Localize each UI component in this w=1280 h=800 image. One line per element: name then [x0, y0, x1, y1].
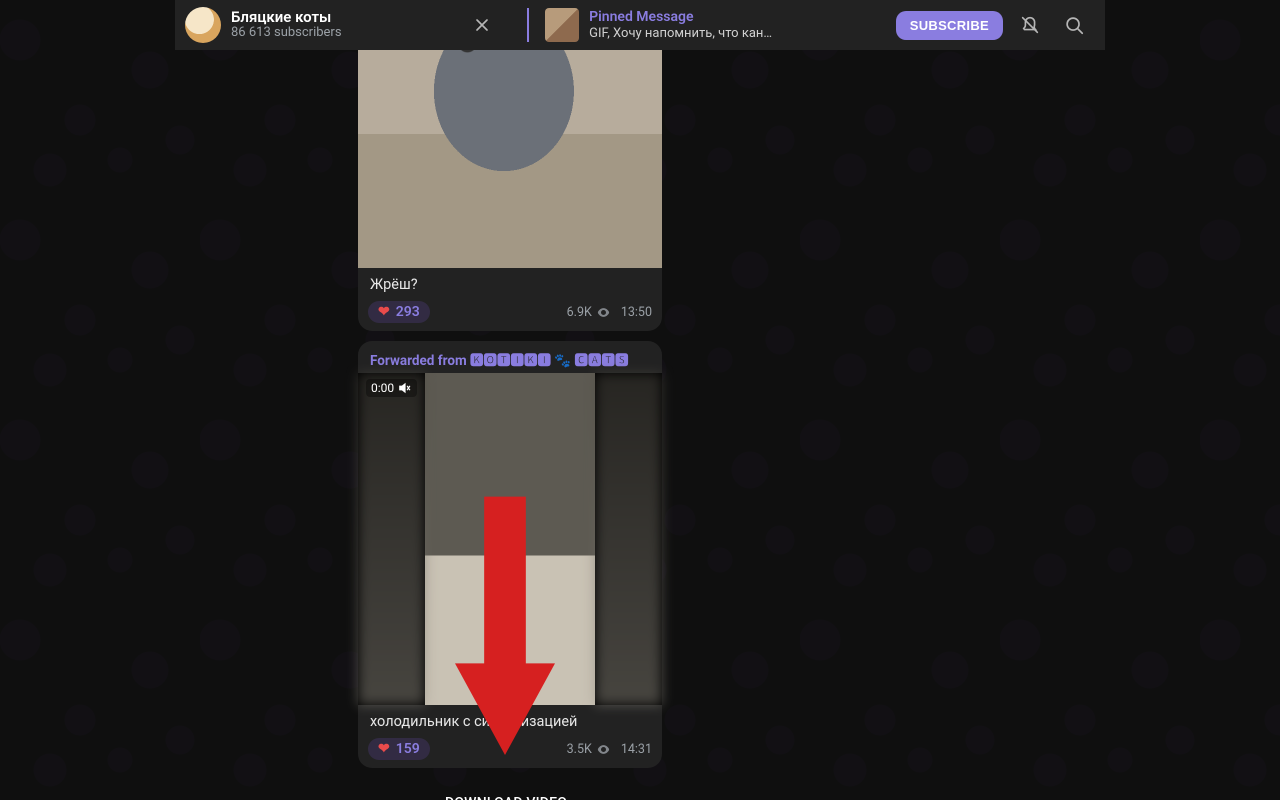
pinned-preview: GIF, Хочу напомнить, что кан…: [589, 26, 772, 42]
pinned-label: Pinned Message: [589, 9, 772, 26]
channel-name: Бляцкие коты: [231, 9, 342, 26]
annotation-label: DOWNLOAD VIDEO: [445, 795, 567, 800]
message-photo-image[interactable]: [358, 50, 662, 268]
eye-icon: [596, 305, 611, 320]
messages-area[interactable]: Жрёш? ❤ 293 6.9K 13:50 Forwarded from: [175, 50, 1105, 800]
message-meta: ❤ 159 3.5K 14:31: [358, 734, 662, 768]
channel-subscribers: 86 613 subscribers: [231, 26, 342, 41]
eye-icon: [596, 742, 611, 757]
forwarded-header[interactable]: Forwarded from 🅺🅾🆃🅸🅺🅸 🐾 🅲🅰🆃🆂: [358, 341, 662, 373]
view-count: 6.9K: [567, 305, 611, 320]
message-time: 14:31: [621, 742, 652, 757]
search-button[interactable]: [1057, 8, 1091, 42]
volume-muted-icon: [398, 381, 412, 395]
message-caption: холодильник с сигнализацией: [358, 705, 662, 734]
video-frame: [425, 373, 595, 705]
chat-column: Бляцкие коты 86 613 subscribers Pinned M…: [175, 0, 1105, 800]
video-timestamp: 0:00: [366, 379, 417, 397]
close-button[interactable]: [465, 8, 499, 42]
message-time: 13:50: [621, 305, 652, 320]
pinned-indicator-bar: [527, 8, 529, 42]
pinned-thumbnail[interactable]: [545, 8, 579, 42]
mute-button[interactable]: [1013, 8, 1047, 42]
reaction-button[interactable]: ❤ 159: [368, 738, 430, 760]
view-count: 3.5K: [567, 742, 611, 757]
reaction-count: 293: [396, 304, 420, 320]
message-caption: Жрёш?: [358, 268, 662, 297]
reaction-count: 159: [396, 741, 420, 757]
message-photo[interactable]: Жрёш? ❤ 293 6.9K 13:50: [358, 50, 662, 331]
close-icon: [472, 15, 492, 35]
channel-avatar[interactable]: [185, 7, 221, 43]
bell-off-icon: [1019, 14, 1041, 36]
pinned-text[interactable]: Pinned Message GIF, Хочу напомнить, что …: [589, 9, 772, 41]
heart-icon: ❤: [378, 304, 390, 320]
search-icon: [1063, 14, 1085, 36]
heart-icon: ❤: [378, 741, 390, 757]
forwarded-source: 🅺🅾🆃🅸🅺🅸 🐾 🅲🅰🆃🆂: [470, 353, 629, 369]
subscribe-button[interactable]: SUBSCRIBE: [896, 11, 1003, 40]
message-video[interactable]: Forwarded from 🅺🅾🆃🅸🅺🅸 🐾 🅲🅰🆃🆂 0:00 холоди…: [358, 341, 662, 768]
video-player[interactable]: 0:00: [358, 373, 662, 705]
message-meta: ❤ 293 6.9K 13:50: [358, 297, 662, 331]
chat-header: Бляцкие коты 86 613 subscribers Pinned M…: [175, 0, 1105, 50]
channel-title-block[interactable]: Бляцкие коты 86 613 subscribers: [231, 9, 342, 41]
reaction-button[interactable]: ❤ 293: [368, 301, 430, 323]
